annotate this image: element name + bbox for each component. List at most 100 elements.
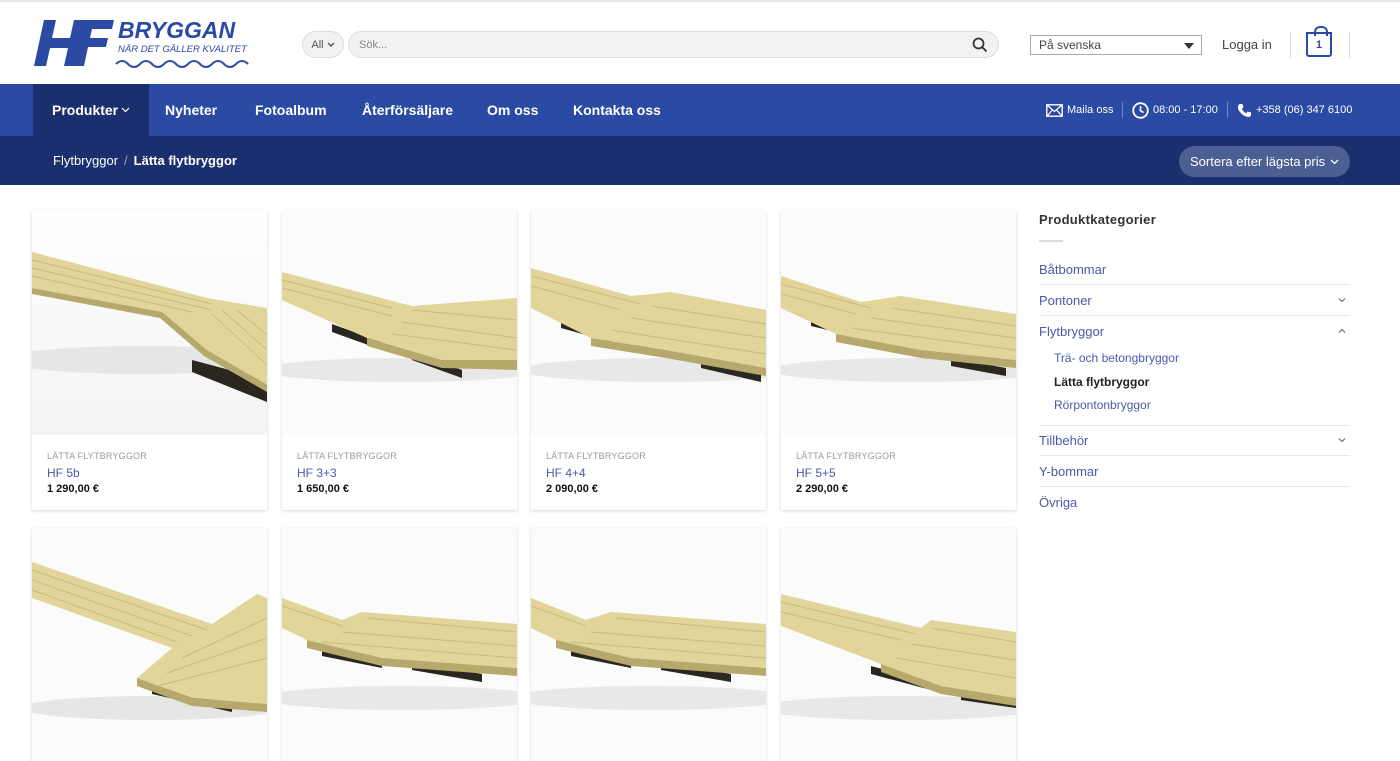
chevron-down-icon[interactable] [1338, 436, 1346, 444]
search-area: All [302, 31, 999, 58]
search-icon[interactable] [972, 37, 988, 53]
product-name[interactable]: HF 3+3 [297, 466, 337, 480]
cart-count: 1 [1315, 38, 1323, 51]
product-card-hf-4-4[interactable]: LÄTTA FLYTBRYGGOR HF 4+4 2 090,00 € [531, 210, 766, 510]
sidebar-divider [1039, 315, 1350, 316]
clock-icon [1132, 101, 1149, 119]
category-label: Båtbommar [1039, 262, 1107, 277]
opening-hours: 08:00 - 17:00 [1132, 84, 1218, 136]
subcategory-tra-och-betongbryggor[interactable]: Trä- och betongbryggor [1054, 351, 1179, 365]
mail-link[interactable]: Maila oss [1046, 84, 1113, 136]
site-header: BRYGGAN NÄR DET GÄLLER KVALITET All På s… [0, 0, 1400, 84]
product-image[interactable] [32, 210, 267, 435]
product-price: 2 290,00 € [796, 483, 848, 495]
nav-separator [1122, 102, 1123, 118]
product-image[interactable] [282, 528, 517, 761]
nav-item-label: Produkter [52, 102, 119, 118]
category-label: Pontoner [1039, 293, 1092, 308]
language-select[interactable]: På svenska [1030, 35, 1202, 55]
category-batbommar[interactable]: Båtbommar [1039, 262, 1350, 277]
product-category[interactable]: LÄTTA FLYTBRYGGOR [796, 451, 896, 461]
product-card[interactable] [531, 528, 766, 761]
category-label: Tillbehör [1039, 433, 1089, 448]
sidebar-title-underline [1039, 240, 1063, 242]
category-pontoner[interactable]: Pontoner [1039, 293, 1350, 308]
mail-icon [1046, 103, 1063, 117]
category-flytbryggor[interactable]: Flytbryggor [1039, 324, 1350, 339]
breadcrumb-current: Lätta flytbryggor [133, 153, 237, 168]
login-link[interactable]: Logga in [1222, 37, 1272, 52]
product-image[interactable] [781, 528, 1016, 761]
product-price: 1 650,00 € [297, 483, 349, 495]
category-tillbehor[interactable]: Tillbehör [1039, 433, 1350, 448]
product-card[interactable] [32, 528, 267, 761]
nav-item-label: Fotoalbum [255, 102, 327, 118]
main-nav: Produkter Nyheter Fotoalbum Återförsälja… [0, 84, 1400, 136]
product-price: 2 090,00 € [546, 483, 598, 495]
nav-separator [1227, 102, 1228, 118]
product-card[interactable] [282, 528, 517, 761]
nav-item-label: Nyheter [165, 102, 218, 118]
product-category[interactable]: LÄTTA FLYTBRYGGOR [47, 451, 147, 461]
sort-select[interactable]: Sortera efter lägsta pris [1179, 146, 1350, 177]
product-price: 1 290,00 € [47, 483, 99, 495]
sidebar-divider [1039, 486, 1350, 487]
chevron-down-icon [327, 42, 335, 47]
category-label: Flytbryggor [1039, 324, 1105, 339]
sidebar-divider [1039, 425, 1350, 426]
mail-label: Maila oss [1067, 104, 1114, 116]
header-divider [1349, 32, 1350, 58]
product-image[interactable] [781, 210, 1016, 435]
chevron-up-icon[interactable] [1338, 327, 1346, 335]
product-category[interactable]: LÄTTA FLYTBRYGGOR [546, 451, 646, 461]
product-name[interactable]: HF 4+4 [546, 466, 586, 480]
phone-link[interactable]: +358 (06) 347 6100 [1237, 84, 1352, 136]
nav-item-om-oss[interactable]: Om oss [487, 84, 538, 136]
phone-icon [1237, 103, 1251, 117]
product-name[interactable]: HF 5b [47, 466, 80, 480]
nav-item-fotoalbum[interactable]: Fotoalbum [255, 84, 327, 136]
product-image[interactable] [32, 528, 267, 761]
sidebar-title: Produktkategorier [1039, 212, 1157, 227]
category-label: Övriga [1039, 495, 1078, 510]
nav-item-label: Kontakta oss [573, 102, 661, 118]
nav-item-label: Återförsäljare [362, 102, 454, 118]
nav-item-kontakta-oss[interactable]: Kontakta oss [573, 84, 661, 136]
breadcrumb-link-flytbryggor[interactable]: Flytbryggor [53, 153, 118, 168]
chevron-down-icon[interactable] [1338, 296, 1346, 304]
breadcrumb-separator: / [124, 153, 128, 168]
sidebar-divider [1039, 455, 1350, 456]
logo-tagline: NÄR DET GÄLLER KVALITET [118, 44, 248, 55]
phone-label: +358 (06) 347 6100 [1256, 104, 1353, 116]
category-ovriga[interactable]: Övriga [1039, 495, 1350, 510]
product-card[interactable] [781, 528, 1016, 761]
product-image[interactable] [531, 210, 766, 435]
chevron-down-icon [1330, 159, 1339, 164]
hours-label: 08:00 - 17:00 [1153, 104, 1218, 116]
nav-item-produkter[interactable]: Produkter [33, 84, 150, 136]
search-input[interactable] [349, 32, 949, 57]
cart-button[interactable]: 1 [1306, 26, 1332, 57]
product-category[interactable]: LÄTTA FLYTBRYGGOR [297, 451, 397, 461]
search-box [348, 31, 999, 58]
product-card-hf-5-5[interactable]: LÄTTA FLYTBRYGGOR HF 5+5 2 290,00 € [781, 210, 1016, 510]
product-card-hf-3-3[interactable]: LÄTTA FLYTBRYGGOR HF 3+3 1 650,00 € [282, 210, 517, 510]
language-label: På svenska [1039, 38, 1102, 52]
product-name[interactable]: HF 5+5 [796, 466, 836, 480]
header-divider [1290, 32, 1291, 58]
category-y-bommar[interactable]: Y-bommar [1039, 464, 1350, 479]
nav-item-aterforsaljare[interactable]: Återförsäljare [362, 84, 453, 136]
sidebar-divider [1039, 284, 1350, 285]
subcategory-latta-flytbryggor[interactable]: Lätta flytbryggor [1054, 375, 1149, 389]
logo-brand-text: BRYGGAN [118, 17, 236, 43]
product-image[interactable] [282, 210, 517, 435]
product-card-hf-5b[interactable]: LÄTTA FLYTBRYGGOR HF 5b 1 290,00 € [32, 210, 267, 510]
chevron-down-icon [121, 107, 130, 113]
breadcrumb: Flytbryggor / Lätta flytbryggor [53, 153, 237, 168]
caret-down-icon [1184, 43, 1194, 49]
nav-item-nyheter[interactable]: Nyheter [165, 84, 217, 136]
subcategory-rorpontonbryggor[interactable]: Rörpontonbryggor [1054, 398, 1151, 412]
search-category-select[interactable]: All [302, 31, 344, 58]
hf-bryggan-logo[interactable]: BRYGGAN NÄR DET GÄLLER KVALITET [34, 16, 254, 74]
product-image[interactable] [531, 528, 766, 761]
